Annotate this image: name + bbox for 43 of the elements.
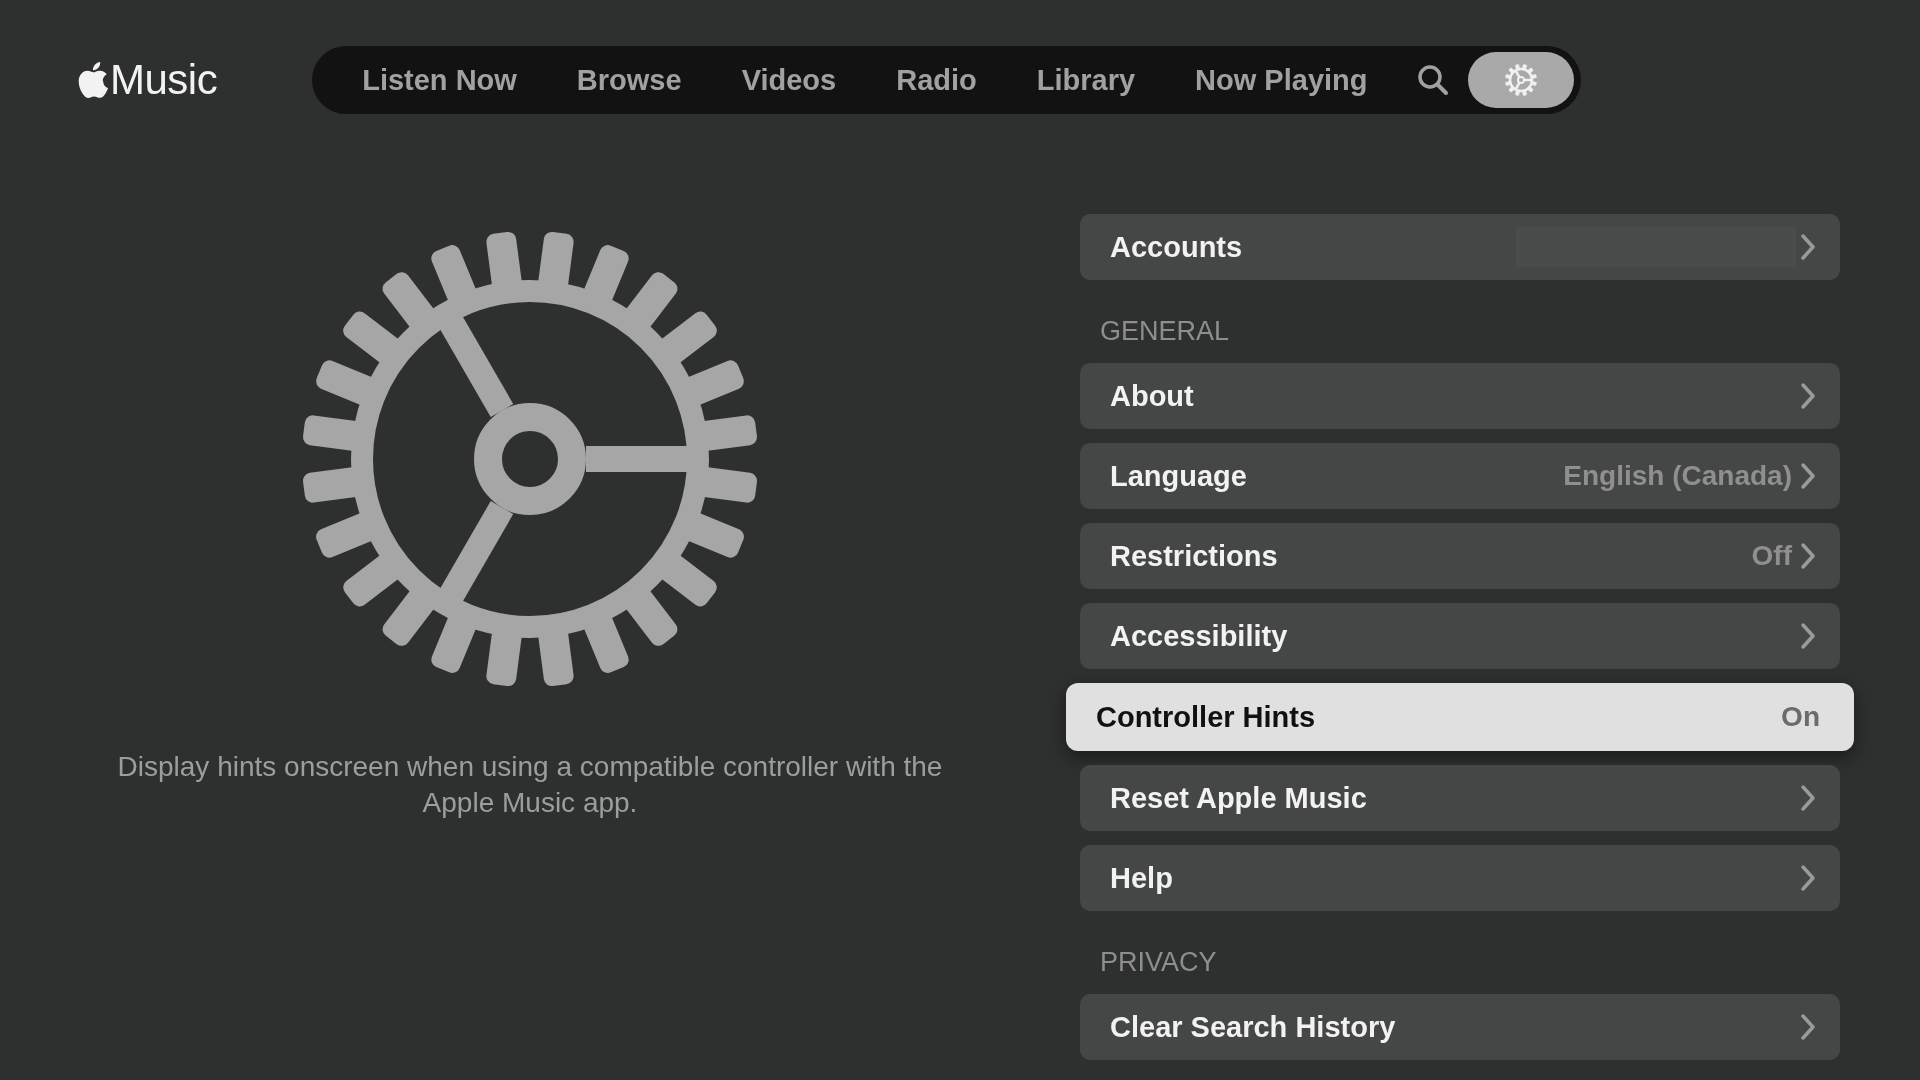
- row-label: Restrictions: [1110, 539, 1279, 573]
- nav-tab[interactable]: Library: [1006, 53, 1166, 107]
- section-heading: PRIVACY: [1099, 947, 1218, 978]
- settings-icon: [1503, 63, 1538, 97]
- settings-button[interactable]: [1467, 52, 1574, 108]
- chevron-icon: [1800, 382, 1816, 410]
- row-value: Off: [1751, 540, 1792, 572]
- chevron-icon: [1800, 542, 1816, 570]
- row-label: About: [1110, 379, 1195, 413]
- search-icon: [1416, 64, 1449, 96]
- setting-description: Display hints onscreen when using a compatible controller with the Apple Music app.: [116, 750, 944, 820]
- nav-tab[interactable]: Videos: [711, 53, 867, 107]
- row-value: On: [1781, 701, 1820, 733]
- chevron-icon: [1800, 462, 1816, 490]
- settings-row[interactable]: Reset Apple Music: [1080, 765, 1840, 831]
- settings-row[interactable]: Accessibility: [1080, 603, 1840, 669]
- row-label: Accessibility: [1110, 619, 1289, 653]
- settings-row[interactable]: Clear Search History: [1080, 994, 1840, 1060]
- row-label: Clear Search History: [1110, 1010, 1397, 1044]
- settings-row[interactable]: Help: [1080, 845, 1840, 911]
- nav-tab[interactable]: Listen Now: [332, 53, 547, 107]
- row-value: English (Canada): [1563, 460, 1792, 492]
- nav-tab[interactable]: Radio: [866, 53, 1007, 107]
- settings-row[interactable]: Controller Hints On: [1066, 683, 1854, 751]
- section-heading: GENERAL: [1099, 316, 1231, 347]
- chevron-icon: [1800, 233, 1816, 261]
- settings-row[interactable]: About: [1080, 363, 1840, 429]
- settings-row[interactable]: Restrictions Off: [1080, 523, 1840, 589]
- apple-logo-icon: [78, 62, 108, 98]
- nav-tab[interactable]: Now Playing: [1165, 53, 1398, 107]
- chevron-icon: [1800, 1013, 1816, 1041]
- row-label: Reset Apple Music: [1110, 781, 1368, 815]
- app-title: Music: [110, 56, 218, 104]
- chevron-icon: [1800, 784, 1816, 812]
- chevron-icon: [1800, 864, 1816, 892]
- row-label: Language: [1110, 459, 1248, 493]
- gear-icon: [300, 229, 760, 689]
- nav-tab[interactable]: Browse: [546, 53, 712, 107]
- settings-row[interactable]: Language English (Canada): [1080, 443, 1840, 509]
- row-label: Help: [1110, 861, 1174, 895]
- row-label: Controller Hints: [1096, 700, 1317, 734]
- chevron-icon: [1800, 622, 1816, 650]
- row-label: Accounts: [1110, 230, 1244, 264]
